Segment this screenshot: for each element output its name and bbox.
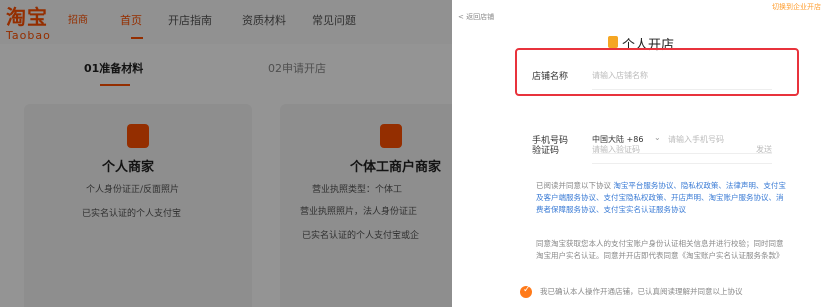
- back-link[interactable]: < 返回店铺: [458, 12, 494, 22]
- send-code-button[interactable]: 发送: [756, 144, 772, 155]
- code-placeholder: 请输入验证码: [592, 145, 640, 154]
- modal-overlay[interactable]: [0, 0, 452, 307]
- store-icon: [608, 36, 618, 48]
- switch-enterprise-link[interactable]: 切换到企业开店: [772, 2, 821, 12]
- agreement-2: 同意淘宝获取您本人的支付宝账户身份认证相关信息并进行校验；同时同意淘宝用户实名认…: [536, 239, 784, 260]
- agreement-prefix: 已阅读并同意以下协议: [536, 181, 611, 190]
- code-label: 验证码: [532, 146, 560, 156]
- check-icon: ✓: [523, 285, 531, 295]
- agreement-text: 已阅读并同意以下协议 淘宝平台服务协议、隐私权政策、法律声明、支付宝及客户端服务…: [536, 180, 786, 216]
- confirm-text: 我已确认本人操作开通店铺，已认真阅读理解并同意以上协议: [540, 287, 743, 296]
- screenshot: 淘宝 Taobao 招商 首页 开店指南 资质材料 常见问题 01准备材料 02…: [0, 0, 829, 307]
- store-name-highlight: [515, 48, 799, 96]
- confirm-checkbox[interactable]: ✓: [520, 285, 532, 298]
- agreement-2-text: 同意淘宝获取您本人的支付宝账户身份认证相关信息并进行校验；同时同意淘宝用户实名认…: [536, 238, 786, 262]
- code-row: 验证码 请输入验证码 发送: [532, 134, 772, 164]
- code-input[interactable]: 请输入验证码 发送: [592, 134, 772, 164]
